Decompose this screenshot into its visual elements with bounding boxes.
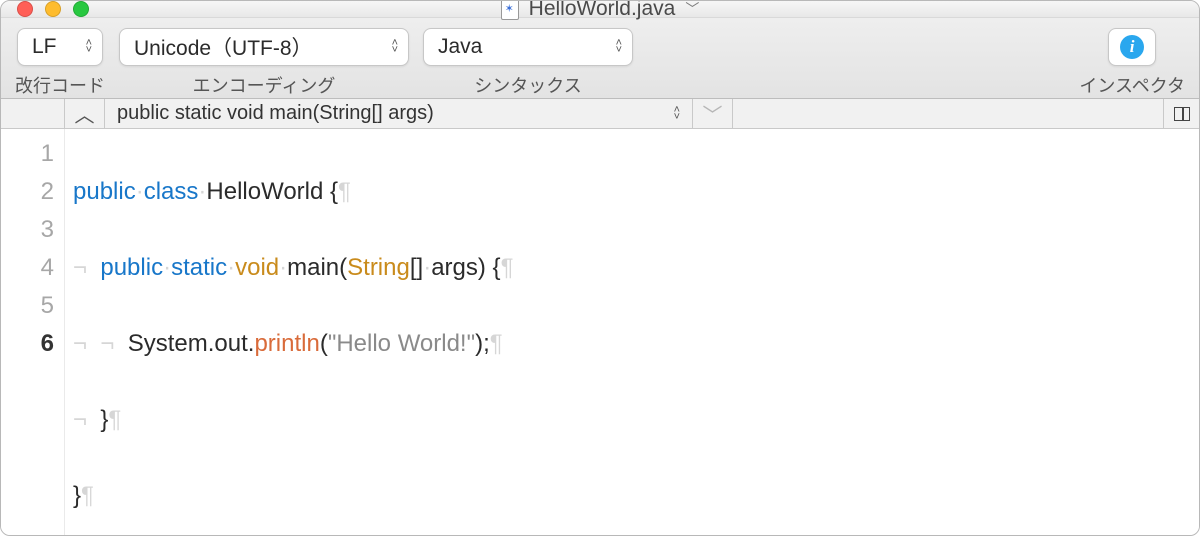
stepper-icon: ˄˅ [674, 107, 680, 121]
nav-up-button[interactable]: ︿ [65, 99, 105, 128]
nav-down-button[interactable]: ﹀ [693, 99, 733, 128]
split-icon [1174, 107, 1190, 121]
inspector-label: インスペクタ [1079, 72, 1185, 98]
java-file-icon [501, 0, 519, 20]
syntax-label: シンタックス [474, 72, 581, 98]
line-number: 6 [1, 325, 54, 363]
split-view-button[interactable] [1163, 99, 1199, 128]
titlebar: HelloWorld.java ﹀ [1, 1, 1199, 18]
encoding-value: Unicode（UTF-8） [134, 32, 313, 62]
filename-label: HelloWorld.java [529, 0, 676, 21]
chevron-down-icon: ﹀ [685, 0, 699, 19]
stepper-icon: ˄˅ [392, 40, 398, 54]
line-number: 1 [1, 135, 54, 173]
line-endings-label: 改行コード [15, 72, 105, 98]
symbol-navigator: ︿ public static void main(String[] args)… [1, 99, 1199, 129]
nav-gutter [1, 99, 65, 128]
stepper-icon: ˄˅ [86, 40, 92, 54]
syntax-select[interactable]: Java ˄˅ [423, 28, 633, 66]
line-gutter[interactable]: 1 2 3 4 5 6 [1, 129, 65, 536]
line-number: 3 [1, 211, 54, 249]
chevron-up-icon: ︿ [75, 99, 95, 128]
inspector-button[interactable]: i [1108, 28, 1156, 66]
symbol-popup[interactable]: public static void main(String[] args) ˄… [105, 99, 693, 128]
editor-window: HelloWorld.java ﹀ LF ˄˅ 改行コード Unicode（UT… [0, 0, 1200, 536]
line-number: 4 [1, 249, 54, 287]
document-title[interactable]: HelloWorld.java ﹀ [501, 0, 700, 21]
encoding-select[interactable]: Unicode（UTF-8） ˄˅ [119, 28, 409, 66]
close-icon[interactable] [17, 1, 33, 17]
toolbar: LF ˄˅ 改行コード Unicode（UTF-8） ˄˅ エンコーディング J… [1, 18, 1199, 99]
line-endings-select[interactable]: LF ˄˅ [17, 28, 103, 66]
stepper-icon: ˄˅ [616, 40, 622, 54]
minimize-icon[interactable] [45, 1, 61, 17]
syntax-value: Java [438, 35, 482, 59]
line-endings-value: LF [32, 35, 57, 59]
code-area[interactable]: public·class·HelloWorld {¶ ¬ public·stat… [65, 129, 513, 536]
line-number: 2 [1, 173, 54, 211]
editor-area: 1 2 3 4 5 6 public·class·HelloWorld {¶ ¬… [1, 129, 1199, 536]
chevron-down-icon: ﹀ [703, 99, 723, 128]
symbol-label: public static void main(String[] args) [117, 102, 434, 125]
line-number: 5 [1, 287, 54, 325]
encoding-label: エンコーディング [193, 72, 336, 98]
zoom-icon[interactable] [73, 1, 89, 17]
window-controls [1, 1, 89, 17]
info-icon: i [1120, 35, 1144, 59]
